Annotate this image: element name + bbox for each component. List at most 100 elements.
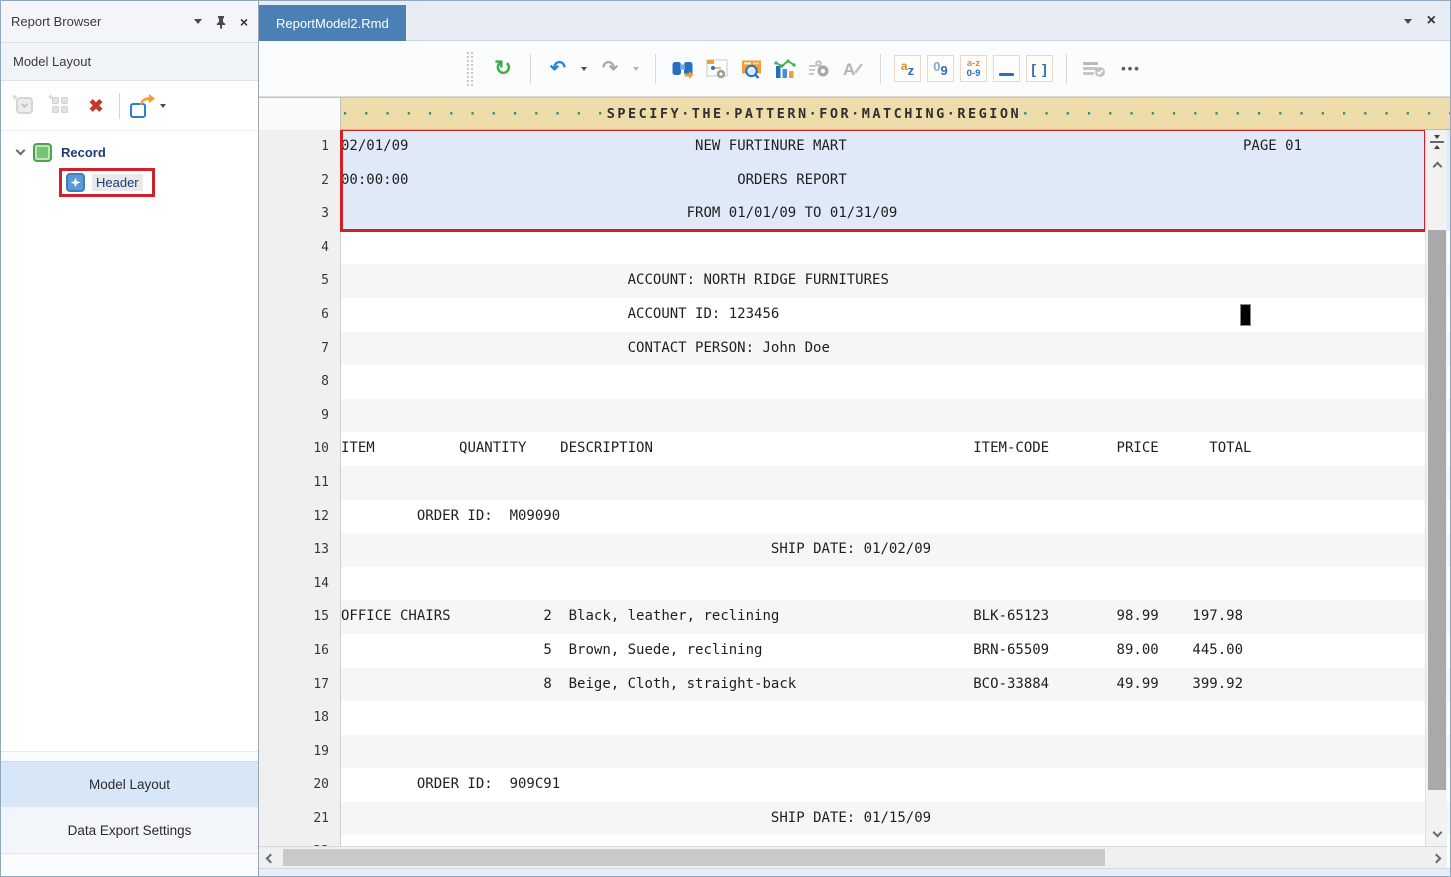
line-text[interactable] xyxy=(341,365,1450,399)
line-text[interactable] xyxy=(341,835,1450,846)
report-line[interactable]: 18 xyxy=(259,701,1450,735)
line-text[interactable]: SHIP DATE: 01/15/09 xyxy=(341,802,1450,836)
find-button[interactable] xyxy=(669,55,697,83)
redo-button[interactable]: ↷ xyxy=(596,55,624,83)
pattern-ruler[interactable]: · · · · · · · · · · · · · SPECIFY·THE·PA… xyxy=(341,97,1450,130)
report-line[interactable]: 12ORDER ID: M09090 xyxy=(259,500,1450,534)
report-line[interactable]: 200:00:00ORDERS REPORT xyxy=(259,164,1450,198)
line-number: 18 xyxy=(259,701,341,735)
font-style-button[interactable]: A xyxy=(839,55,867,83)
redo-icon: ↷ xyxy=(602,57,618,80)
line-text[interactable]: OFFICE CHAIRS2Black, leather, recliningB… xyxy=(341,600,1450,634)
export-icon xyxy=(130,94,154,118)
tab-reportmodel2[interactable]: ReportModel2.Rmd xyxy=(259,5,406,41)
horizontal-scroll-thumb[interactable] xyxy=(283,849,1105,866)
pin-icon[interactable] xyxy=(215,15,227,29)
pattern-brackets-button[interactable]: [ ] xyxy=(1026,55,1053,82)
report-line[interactable]: 5ACCOUNT: NORTH RIDGE FURNITURES xyxy=(259,264,1450,298)
refresh-button[interactable]: ↻ xyxy=(489,55,517,83)
vertical-scrollbar[interactable] xyxy=(1425,130,1447,846)
tab-close-icon[interactable]: × xyxy=(1427,13,1436,29)
line-segment: CONTACT PERSON: John Doe xyxy=(628,332,830,366)
toolbar-grip-icon[interactable] xyxy=(467,52,473,86)
tree-item-record[interactable]: Record xyxy=(1,137,258,167)
line-text[interactable]: CONTACT PERSON: John Doe xyxy=(341,332,1450,366)
report-line[interactable]: 22 xyxy=(259,835,1450,846)
split-view-handle[interactable] xyxy=(1426,130,1448,154)
report-line[interactable]: 19 xyxy=(259,735,1450,769)
undo-button[interactable]: ↶ xyxy=(544,55,572,83)
line-text[interactable]: 02/01/09NEW FURTINURE MARTPAGE 01 xyxy=(341,130,1450,164)
panel-bottom-tabs: Model Layout Data Export Settings xyxy=(1,751,258,877)
line-text[interactable]: 5Brown, Suede, recliningBRN-6550989.0044… xyxy=(341,634,1450,668)
run-process-button[interactable] xyxy=(805,55,833,83)
preview-report-button[interactable] xyxy=(737,55,765,83)
pattern-letters-button[interactable]: az xyxy=(894,55,921,82)
scroll-up-button[interactable] xyxy=(1426,154,1448,178)
line-text[interactable]: ORDER ID: M09090 xyxy=(341,500,1450,534)
line-text[interactable] xyxy=(341,466,1450,500)
report-line[interactable]: 8 xyxy=(259,365,1450,399)
horizontal-scroll-track[interactable] xyxy=(281,847,1425,868)
line-text[interactable] xyxy=(341,701,1450,735)
chevron-down-icon[interactable] xyxy=(16,145,26,155)
line-text[interactable] xyxy=(341,567,1450,601)
report-line[interactable]: 7CONTACT PERSON: John Doe xyxy=(259,332,1450,366)
report-line[interactable]: 15OFFICE CHAIRS2Black, leather, reclinin… xyxy=(259,600,1450,634)
add-record-button[interactable]: + xyxy=(11,93,37,119)
line-segment: DESCRIPTION xyxy=(560,432,653,466)
tree-item-header[interactable]: Header xyxy=(1,167,258,197)
line-text[interactable]: 8Beige, Cloth, straight-backBCO-3388449.… xyxy=(341,668,1450,702)
report-line[interactable]: 3FROM 01/01/09 TO 01/31/09 xyxy=(259,197,1450,231)
line-text[interactable]: ORDER ID: 909C91 xyxy=(341,768,1450,802)
scroll-right-button[interactable] xyxy=(1425,847,1447,869)
pattern-space-button[interactable] xyxy=(993,55,1020,82)
delete-button[interactable]: ✖ xyxy=(83,93,109,119)
line-text[interactable]: ACCOUNT ID: 123456 xyxy=(341,298,1450,332)
statistics-button[interactable] xyxy=(771,55,799,83)
pattern-numbers-button[interactable]: 09 xyxy=(927,55,954,82)
process-designer-button[interactable] xyxy=(703,55,731,83)
line-text[interactable] xyxy=(341,231,1450,265)
report-line[interactable]: 10ITEMQUANTITYDESCRIPTIONITEM-CODEPRICET… xyxy=(259,432,1450,466)
tab-data-export-settings[interactable]: Data Export Settings xyxy=(1,806,258,853)
line-text[interactable]: SHIP DATE: 01/02/09 xyxy=(341,533,1450,567)
export-button[interactable] xyxy=(130,94,166,118)
report-line[interactable]: 21SHIP DATE: 01/15/09 xyxy=(259,802,1450,836)
line-text[interactable] xyxy=(341,399,1450,433)
underscore-icon xyxy=(999,73,1014,77)
line-text[interactable] xyxy=(341,735,1450,769)
report-document[interactable]: 102/01/09NEW FURTINURE MARTPAGE 01200:00… xyxy=(259,130,1450,846)
tab-list-caret-icon[interactable] xyxy=(1404,19,1412,24)
line-text[interactable]: ACCOUNT: NORTH RIDGE FURNITURES xyxy=(341,264,1450,298)
report-line[interactable]: 9 xyxy=(259,399,1450,433)
vertical-scroll-thumb[interactable] xyxy=(1428,230,1446,790)
report-line[interactable]: 20ORDER ID: 909C91 xyxy=(259,768,1450,802)
scroll-left-button[interactable] xyxy=(259,847,281,869)
panel-close-icon[interactable]: × xyxy=(240,15,248,29)
report-line[interactable]: 165Brown, Suede, recliningBRN-6550989.00… xyxy=(259,634,1450,668)
line-text[interactable]: FROM 01/01/09 TO 01/31/09 xyxy=(341,197,1450,231)
horizontal-scrollbar[interactable] xyxy=(259,846,1447,868)
line-text[interactable]: ITEMQUANTITYDESCRIPTIONITEM-CODEPRICETOT… xyxy=(341,432,1450,466)
report-line[interactable]: 14 xyxy=(259,567,1450,601)
report-line[interactable]: 102/01/09NEW FURTINURE MARTPAGE 01 xyxy=(259,130,1450,164)
line-text[interactable]: 00:00:00ORDERS REPORT xyxy=(341,164,1450,198)
tab-model-layout[interactable]: Model Layout xyxy=(1,761,258,806)
redo-history-button[interactable] xyxy=(630,55,642,83)
report-line[interactable]: 4 xyxy=(259,231,1450,265)
apply-template-button[interactable] xyxy=(1080,55,1108,83)
undo-icon: ↶ xyxy=(550,57,566,80)
record-label: Record xyxy=(61,145,106,160)
scroll-down-button[interactable] xyxy=(1426,822,1448,846)
panel-menu-caret-icon[interactable] xyxy=(194,19,202,24)
undo-history-button[interactable] xyxy=(578,55,590,83)
pattern-alphanumeric-button[interactable]: a-z 0-9 xyxy=(960,55,987,82)
line-number: 6 xyxy=(259,298,341,332)
report-line[interactable]: 13SHIP DATE: 01/02/09 xyxy=(259,533,1450,567)
report-line[interactable]: 11 xyxy=(259,466,1450,500)
more-options-button[interactable]: ••• xyxy=(1114,55,1148,83)
add-fields-button[interactable]: + xyxy=(47,93,73,119)
report-line[interactable]: 178Beige, Cloth, straight-backBCO-338844… xyxy=(259,668,1450,702)
report-line[interactable]: 6ACCOUNT ID: 123456 xyxy=(259,298,1450,332)
